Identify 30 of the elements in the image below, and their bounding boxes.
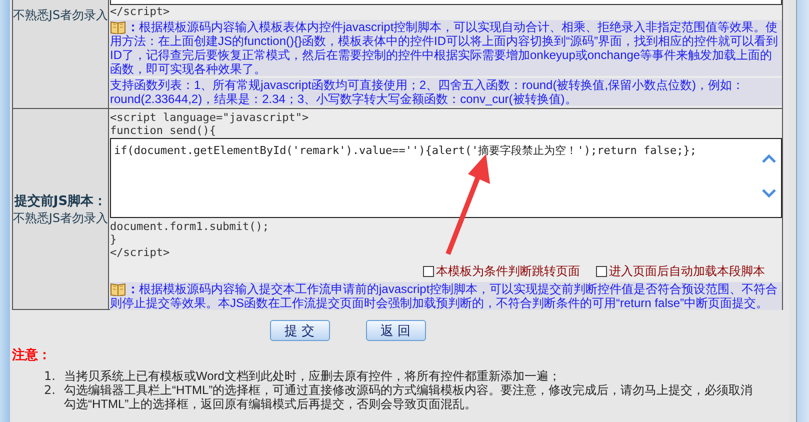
- notice-text: 勾选编辑器工具栏上“HTML”的选择框，可通过直接修改源码的方式编辑模板内容。要注意，修改完成后，请勿马上提交，必须取消勾选“HTML”上的选择框，返回原有编辑模式后再提交，否则会导致页面混乱。: [64, 383, 754, 411]
- code-line: document.form1.submit();: [110, 220, 270, 233]
- help-text: ：根据模板源码内容输入提交本工作流申请前的javascript控制脚本，可以实现提交前判断控件值是否符合预设范围、不符合则停止提交等效果。本JS函数在工作流提交页面时会强制加载预判断的，不符合判断条件的可用“return false”中断页面提交。: [110, 282, 782, 310]
- back-button[interactable]: 返 回: [366, 320, 426, 341]
- code-line: </script>: [110, 246, 171, 259]
- field-label: 提交前JS脚本：: [14, 192, 107, 210]
- code-line: </script>: [110, 5, 171, 18]
- book-icon: [110, 282, 126, 296]
- scroll-down-icon[interactable]: [762, 189, 776, 198]
- code-line: <script language="javascript">: [110, 111, 310, 124]
- checkbox-label: 本模板为条件判断跳转页面: [436, 263, 580, 280]
- notice-title: 注意：: [12, 346, 52, 364]
- code-line: }: [110, 233, 118, 246]
- help-text: ：根据模板源码内容输入模板表体内控件javascript控制脚本，可以实现自动合计、相乘、拒绝录入非指定范围值等效果。使用方法：在上面创建JS的function(){}函数，模板表体中的控件ID可以将上面内容切换到“源码”界面，找到相应的控件就可以看到ID了，记得查完后要恢复正常模式，然后在需要控制的控件中根据实际需要增加onkeyup或onchange等事件来触发加载上面的函数，即可实现各种效果了。: [110, 20, 782, 76]
- submit-button[interactable]: 提 交: [270, 320, 330, 341]
- item-number: 1.: [44, 369, 56, 383]
- item-number: 2.: [44, 383, 56, 399]
- notice-text: 当拷贝系统上已有模板或Word文档到此处时，应删去原有控件，将所有控件都重新添加一遍；: [64, 369, 562, 383]
- checkbox[interactable]: [596, 266, 607, 277]
- checkbox[interactable]: [423, 266, 434, 277]
- field-note: 不熟悉JS者勿录入: [12, 7, 108, 24]
- code-line: function send(){: [110, 124, 217, 137]
- script-editor[interactable]: if(document.getElementById('remark').value==''){alert('摘要字段禁止为空！');return false;};: [110, 138, 782, 218]
- checkbox-label: 进入页面后自动加载本段脚本: [609, 263, 765, 280]
- field-note: 不熟悉JS者勿录入: [12, 210, 108, 226]
- help-text: 支持函数列表：1、所有常规javascript函数均可直接使用；2、四舍五入函数：round(被转换值,保留小数点位数)，例如：round(2.33644,2)，结果是：2.34；3、小写数字转大写金额函数：conv_cur(被转换值)。: [110, 78, 782, 106]
- book-icon: [110, 20, 126, 34]
- scroll-up-icon[interactable]: [762, 154, 776, 163]
- script-editor[interactable]: [110, 0, 782, 5]
- editor-text: if(document.getElementById('remark').value==''){alert('摘要字段禁止为空！');return false;};: [114, 144, 696, 157]
